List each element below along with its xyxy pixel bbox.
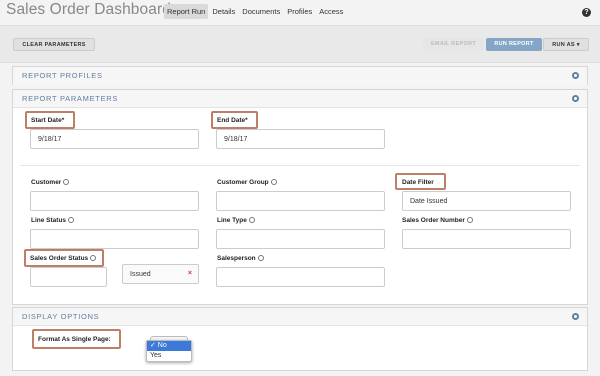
line-type-input[interactable] xyxy=(216,229,385,249)
info-icon[interactable] xyxy=(270,179,277,185)
sales-order-status-label-text: Sales Order Status xyxy=(30,255,89,262)
info-icon[interactable] xyxy=(90,255,97,261)
report-profiles-title: REPORT PROFILES xyxy=(22,71,103,80)
salesperson-input[interactable] xyxy=(216,267,385,287)
run-report-button[interactable]: RUN REPORT xyxy=(486,38,542,51)
info-icon[interactable] xyxy=(466,217,473,223)
start-date-input[interactable]: 9/18/17 xyxy=(30,129,199,149)
date-filter-label: Date Filter xyxy=(402,179,434,186)
sales-order-status-chip[interactable]: Issued × xyxy=(122,264,199,284)
top-bar: Sales Order Dashboard Report Run Details… xyxy=(0,0,600,25)
date-filter-select[interactable]: Date Issued xyxy=(402,191,571,211)
single-page-dropdown[interactable]: ✓ No Yes xyxy=(146,340,192,362)
tab-profiles[interactable]: Profiles xyxy=(284,4,315,19)
customer-group-label: Customer Group xyxy=(217,179,277,186)
remove-icon[interactable]: × xyxy=(188,270,192,277)
clear-parameters-button[interactable]: CLEAR PARAMETERS xyxy=(13,38,95,51)
salesperson-label: Salesperson xyxy=(217,255,264,262)
option-yes[interactable]: Yes xyxy=(147,351,191,361)
sales-order-number-label-text: Sales Order Number xyxy=(402,217,465,224)
report-profiles-header[interactable]: REPORT PROFILES xyxy=(13,67,587,85)
report-profiles-panel: REPORT PROFILES xyxy=(12,66,588,85)
tab-bar: Report Run Details Documents Profiles Ac… xyxy=(164,4,347,19)
info-icon[interactable] xyxy=(68,217,75,223)
customer-input[interactable] xyxy=(30,191,199,211)
info-icon[interactable] xyxy=(248,217,255,223)
tab-documents[interactable]: Documents xyxy=(239,4,283,19)
expand-icon[interactable] xyxy=(572,72,579,79)
start-date-label: Start Date* xyxy=(31,117,65,124)
sales-order-number-input[interactable] xyxy=(402,229,571,249)
info-icon[interactable] xyxy=(257,255,264,261)
report-parameters-header[interactable]: REPORT PARAMETERS xyxy=(13,90,587,108)
help-icon[interactable]: ? xyxy=(582,8,591,17)
customer-group-label-text: Customer Group xyxy=(217,179,269,186)
toolbar: CLEAR PARAMETERS EMAIL REPORT RUN REPORT… xyxy=(0,25,600,63)
customer-group-input[interactable] xyxy=(216,191,385,211)
tab-access[interactable]: Access xyxy=(316,4,346,19)
line-status-label-text: Line Status xyxy=(31,217,67,224)
customer-label: Customer xyxy=(31,179,70,186)
divider xyxy=(20,165,580,166)
line-status-label: Line Status xyxy=(31,217,75,224)
salesperson-label-text: Salesperson xyxy=(217,255,256,262)
collapse-icon[interactable] xyxy=(572,313,579,320)
sales-order-number-label: Sales Order Number xyxy=(402,217,473,224)
display-options-header[interactable]: DISPLAY OPTIONS xyxy=(13,308,587,326)
customer-label-text: Customer xyxy=(31,179,62,186)
sales-order-status-label: Sales Order Status xyxy=(30,255,97,262)
tab-details[interactable]: Details xyxy=(209,4,238,19)
end-date-input[interactable]: 9/18/17 xyxy=(216,129,385,149)
display-options-title: DISPLAY OPTIONS xyxy=(22,312,100,321)
line-type-label-text: Line Type xyxy=(217,217,247,224)
chip-label: Issued xyxy=(130,271,151,278)
sales-order-status-input[interactable] xyxy=(30,267,107,287)
single-page-label: Format As Single Page: xyxy=(38,336,111,343)
line-status-input[interactable] xyxy=(30,229,199,249)
report-parameters-title: REPORT PARAMETERS xyxy=(22,94,119,103)
email-report-button[interactable]: EMAIL REPORT xyxy=(423,38,484,51)
run-as-button[interactable]: RUN AS ▾ xyxy=(543,38,589,51)
option-no[interactable]: ✓ No xyxy=(147,341,191,351)
app-title: Sales Order Dashboard xyxy=(6,1,171,18)
tab-report-run[interactable]: Report Run xyxy=(164,4,209,19)
end-date-label: End Date* xyxy=(217,117,248,124)
collapse-icon[interactable] xyxy=(572,95,579,102)
info-icon[interactable] xyxy=(63,179,70,185)
line-type-label: Line Type xyxy=(217,217,255,224)
